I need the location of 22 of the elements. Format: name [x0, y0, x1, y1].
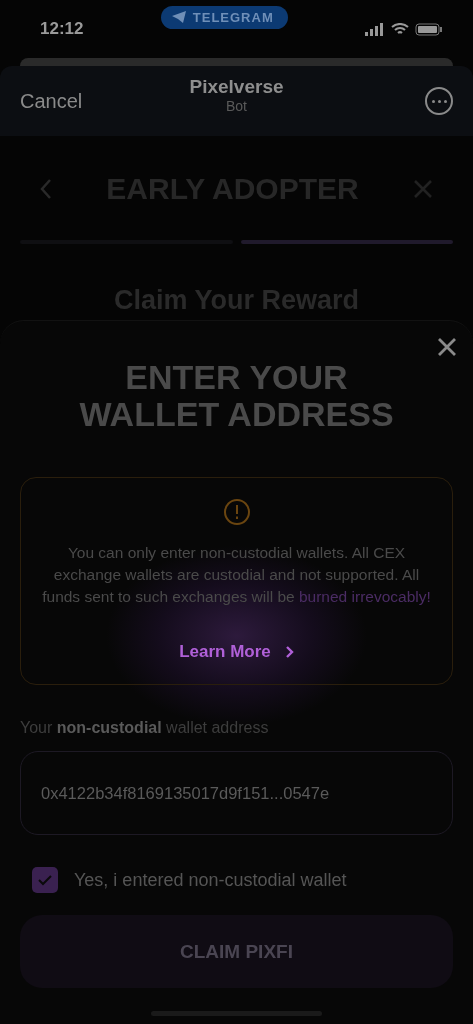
more-button[interactable]: [425, 87, 453, 115]
signal-icon: [365, 22, 385, 36]
close-button[interactable]: [437, 337, 457, 357]
confirm-checkbox[interactable]: [32, 867, 58, 893]
back-button[interactable]: [40, 178, 52, 200]
cancel-button[interactable]: Cancel: [20, 89, 83, 113]
battery-icon: [415, 22, 443, 36]
chevron-right-icon: [284, 645, 294, 659]
telegram-pill: TELEGRAM: [160, 5, 288, 29]
sheet-title: WALLET ADDRESS: [79, 396, 394, 433]
warning-text: You can only enter non-custodial wallets. All CEX exchange wallets are custodial and not supported. All funds sent to such exchanges will be burned irrevocably!: [41, 543, 432, 607]
confirm-label: Yes, i entered non-custodial wallet: [74, 869, 347, 891]
bot-title: Pixelverse: [189, 76, 284, 98]
paper-plane-icon: [170, 10, 187, 24]
wifi-icon: [391, 22, 409, 36]
sheet-title: ENTER YOUR: [125, 359, 348, 396]
warning-icon: [222, 498, 251, 526]
learn-more-link[interactable]: Learn More: [179, 642, 294, 662]
checkmark-icon: [38, 874, 52, 886]
bot-subtitle: Bot: [226, 98, 247, 114]
wallet-address-field[interactable]: 0x4122b34f8169135017d9f151...0547e: [20, 751, 453, 835]
status-time: 12:12: [40, 19, 84, 39]
